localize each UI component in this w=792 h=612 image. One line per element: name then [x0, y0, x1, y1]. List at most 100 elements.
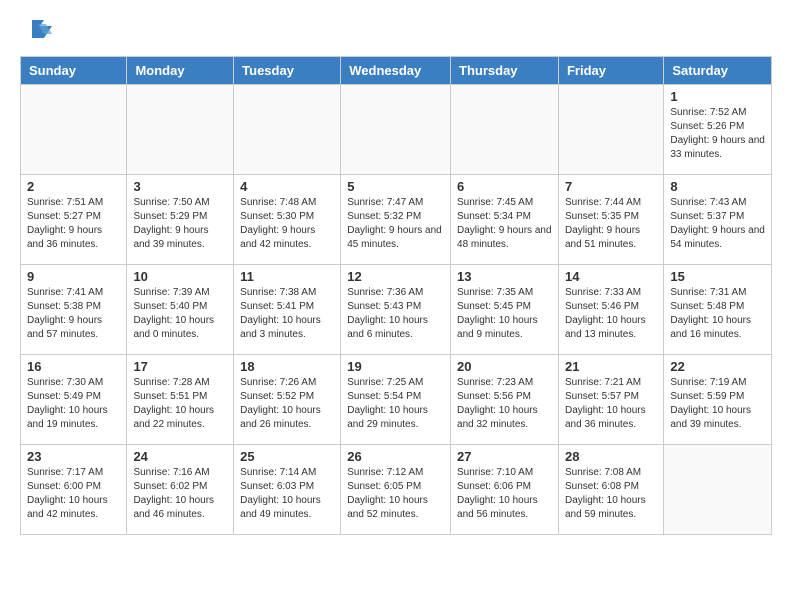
calendar-cell: 18 Sunrise: 7:26 AM Sunset: 5:52 PM Dayli…	[234, 355, 341, 445]
calendar-table: SundayMondayTuesdayWednesdayThursdayFrid…	[20, 56, 772, 535]
calendar-cell	[451, 85, 559, 175]
day-number: 7	[565, 179, 657, 194]
day-info: Sunrise: 7:41 AM Sunset: 5:38 PM Dayligh…	[27, 286, 120, 342]
day-info: Sunrise: 7:43 AM Sunset: 5:37 PM Dayligh…	[670, 196, 765, 252]
calendar-cell: 11 Sunrise: 7:38 AM Sunset: 5:41 PM Dayli…	[234, 265, 341, 355]
calendar-cell: 3 Sunrise: 7:50 AM Sunset: 5:29 PM Daylig…	[127, 175, 234, 265]
weekday-sunday: Sunday	[21, 57, 127, 85]
week-row-4: 23 Sunrise: 7:17 AM Sunset: 6:00 PM Dayli…	[21, 445, 772, 535]
week-row-3: 16 Sunrise: 7:30 AM Sunset: 5:49 PM Dayli…	[21, 355, 772, 445]
calendar-cell: 8 Sunrise: 7:43 AM Sunset: 5:37 PM Daylig…	[664, 175, 772, 265]
day-number: 13	[457, 269, 552, 284]
day-info: Sunrise: 7:47 AM Sunset: 5:32 PM Dayligh…	[347, 196, 444, 252]
calendar-cell: 6 Sunrise: 7:45 AM Sunset: 5:34 PM Daylig…	[451, 175, 559, 265]
day-number: 23	[27, 449, 120, 464]
calendar-cell: 23 Sunrise: 7:17 AM Sunset: 6:00 PM Dayli…	[21, 445, 127, 535]
day-number: 21	[565, 359, 657, 374]
calendar-cell: 22Sunrise: 7:19 AM Sunset: 5:59 PM Dayli…	[664, 355, 772, 445]
day-number: 24	[133, 449, 227, 464]
day-number: 6	[457, 179, 552, 194]
day-info: Sunrise: 7:45 AM Sunset: 5:34 PM Dayligh…	[457, 196, 552, 252]
calendar-cell: 20Sunrise: 7:23 AM Sunset: 5:56 PM Dayli…	[451, 355, 559, 445]
header	[20, 16, 772, 44]
calendar-cell: 14Sunrise: 7:33 AM Sunset: 5:46 PM Dayli…	[558, 265, 663, 355]
logo	[20, 16, 52, 44]
calendar-cell: 7 Sunrise: 7:44 AM Sunset: 5:35 PM Daylig…	[558, 175, 663, 265]
day-number: 4	[240, 179, 334, 194]
day-info: Sunrise: 7:25 AM Sunset: 5:54 PM Dayligh…	[347, 376, 444, 432]
day-number: 15	[670, 269, 765, 284]
day-info: Sunrise: 7:30 AM Sunset: 5:49 PM Dayligh…	[27, 376, 120, 432]
day-number: 12	[347, 269, 444, 284]
day-info: Sunrise: 7:44 AM Sunset: 5:35 PM Dayligh…	[565, 196, 657, 252]
calendar-cell: 4 Sunrise: 7:48 AM Sunset: 5:30 PM Daylig…	[234, 175, 341, 265]
weekday-tuesday: Tuesday	[234, 57, 341, 85]
calendar-cell: 10 Sunrise: 7:39 AM Sunset: 5:40 PM Dayli…	[127, 265, 234, 355]
weekday-thursday: Thursday	[451, 57, 559, 85]
day-number: 9	[27, 269, 120, 284]
day-number: 11	[240, 269, 334, 284]
calendar-cell: 15 Sunrise: 7:31 AM Sunset: 5:48 PM Dayli…	[664, 265, 772, 355]
day-info: Sunrise: 7:48 AM Sunset: 5:30 PM Dayligh…	[240, 196, 334, 252]
calendar-cell: 19 Sunrise: 7:25 AM Sunset: 5:54 PM Dayli…	[341, 355, 451, 445]
day-info: Sunrise: 7:17 AM Sunset: 6:00 PM Dayligh…	[27, 466, 120, 522]
day-info: Sunrise: 7:28 AM Sunset: 5:51 PM Dayligh…	[133, 376, 227, 432]
week-row-0: 1 Sunrise: 7:52 AM Sunset: 5:26 PM Daylig…	[21, 85, 772, 175]
week-row-2: 9 Sunrise: 7:41 AM Sunset: 5:38 PM Daylig…	[21, 265, 772, 355]
day-number: 1	[670, 89, 765, 104]
weekday-wednesday: Wednesday	[341, 57, 451, 85]
day-number: 25	[240, 449, 334, 464]
day-info: Sunrise: 7:38 AM Sunset: 5:41 PM Dayligh…	[240, 286, 334, 342]
day-info: Sunrise: 7:39 AM Sunset: 5:40 PM Dayligh…	[133, 286, 227, 342]
calendar-cell: 17 Sunrise: 7:28 AM Sunset: 5:51 PM Dayli…	[127, 355, 234, 445]
logo-icon	[24, 16, 52, 44]
calendar-cell: 12 Sunrise: 7:36 AM Sunset: 5:43 PM Dayli…	[341, 265, 451, 355]
weekday-monday: Monday	[127, 57, 234, 85]
calendar-cell	[341, 85, 451, 175]
calendar-cell: 25 Sunrise: 7:14 AM Sunset: 6:03 PM Dayli…	[234, 445, 341, 535]
day-number: 18	[240, 359, 334, 374]
day-number: 10	[133, 269, 227, 284]
day-info: Sunrise: 7:12 AM Sunset: 6:05 PM Dayligh…	[347, 466, 444, 522]
day-number: 16	[27, 359, 120, 374]
day-number: 20	[457, 359, 552, 374]
day-info: Sunrise: 7:50 AM Sunset: 5:29 PM Dayligh…	[133, 196, 227, 252]
calendar-cell	[127, 85, 234, 175]
calendar-cell	[234, 85, 341, 175]
calendar-cell	[21, 85, 127, 175]
day-number: 19	[347, 359, 444, 374]
day-number: 8	[670, 179, 765, 194]
day-number: 26	[347, 449, 444, 464]
calendar-cell: 26 Sunrise: 7:12 AM Sunset: 6:05 PM Dayli…	[341, 445, 451, 535]
calendar-cell: 27 Sunrise: 7:10 AM Sunset: 6:06 PM Dayli…	[451, 445, 559, 535]
calendar-cell: 16 Sunrise: 7:30 AM Sunset: 5:49 PM Dayli…	[21, 355, 127, 445]
day-info: Sunrise: 7:35 AM Sunset: 5:45 PM Dayligh…	[457, 286, 552, 342]
weekday-saturday: Saturday	[664, 57, 772, 85]
day-info: Sunrise: 7:14 AM Sunset: 6:03 PM Dayligh…	[240, 466, 334, 522]
day-info: Sunrise: 7:08 AM Sunset: 6:08 PM Dayligh…	[565, 466, 657, 522]
calendar-cell	[558, 85, 663, 175]
day-info: Sunrise: 7:10 AM Sunset: 6:06 PM Dayligh…	[457, 466, 552, 522]
day-number: 17	[133, 359, 227, 374]
day-info: Sunrise: 7:26 AM Sunset: 5:52 PM Dayligh…	[240, 376, 334, 432]
day-number: 5	[347, 179, 444, 194]
day-number: 27	[457, 449, 552, 464]
week-row-1: 2 Sunrise: 7:51 AM Sunset: 5:27 PM Daylig…	[21, 175, 772, 265]
calendar-cell: 24Sunrise: 7:16 AM Sunset: 6:02 PM Dayli…	[127, 445, 234, 535]
day-info: Sunrise: 7:36 AM Sunset: 5:43 PM Dayligh…	[347, 286, 444, 342]
day-info: Sunrise: 7:31 AM Sunset: 5:48 PM Dayligh…	[670, 286, 765, 342]
day-number: 3	[133, 179, 227, 194]
day-info: Sunrise: 7:51 AM Sunset: 5:27 PM Dayligh…	[27, 196, 120, 252]
calendar-cell: 5 Sunrise: 7:47 AM Sunset: 5:32 PM Daylig…	[341, 175, 451, 265]
day-info: Sunrise: 7:52 AM Sunset: 5:26 PM Dayligh…	[670, 106, 765, 162]
calendar-cell: 1 Sunrise: 7:52 AM Sunset: 5:26 PM Daylig…	[664, 85, 772, 175]
calendar-cell: 2 Sunrise: 7:51 AM Sunset: 5:27 PM Daylig…	[21, 175, 127, 265]
weekday-header-row: SundayMondayTuesdayWednesdayThursdayFrid…	[21, 57, 772, 85]
weekday-friday: Friday	[558, 57, 663, 85]
day-number: 14	[565, 269, 657, 284]
calendar-cell: 28 Sunrise: 7:08 AM Sunset: 6:08 PM Dayli…	[558, 445, 663, 535]
calendar-cell: 9 Sunrise: 7:41 AM Sunset: 5:38 PM Daylig…	[21, 265, 127, 355]
day-number: 28	[565, 449, 657, 464]
page: SundayMondayTuesdayWednesdayThursdayFrid…	[0, 0, 792, 555]
day-number: 2	[27, 179, 120, 194]
